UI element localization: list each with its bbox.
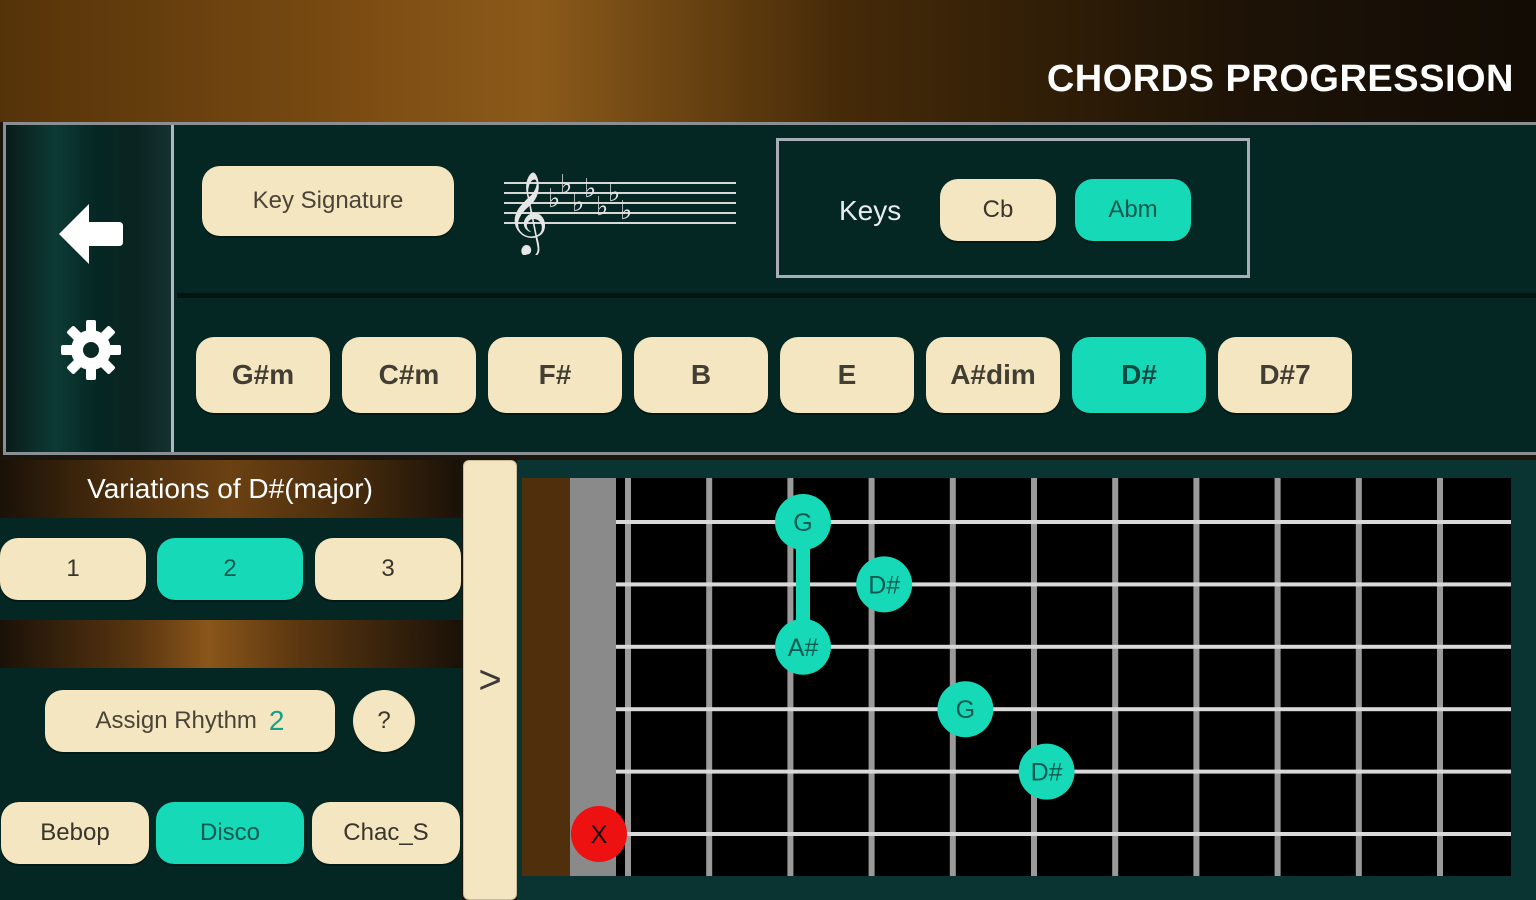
variation-button-selected[interactable]: 2 — [157, 538, 303, 600]
flat-symbol: ♭ — [608, 178, 620, 208]
panel-divider — [177, 293, 1536, 298]
variations-title: Variations of D#(major) — [0, 460, 460, 518]
chord-button[interactable]: G#m — [196, 337, 330, 413]
note-label: D# — [1031, 759, 1063, 787]
rhythm-style-button[interactable]: Chac_S — [312, 802, 460, 864]
chord-button-selected[interactable]: D# — [1072, 337, 1206, 413]
treble-clef-icon: 𝄞 — [506, 170, 549, 255]
fret-wire — [1031, 478, 1037, 876]
keys-group: Keys Cb Abm — [776, 138, 1250, 278]
fret-wire — [625, 478, 631, 876]
assign-rhythm-number: 2 — [268, 705, 285, 736]
variation-button[interactable]: 1 — [0, 538, 146, 600]
fret-wire — [1112, 478, 1119, 876]
fret-wire — [868, 478, 875, 876]
assign-rhythm-label: Assign Rhythm — [95, 707, 257, 734]
chord-button[interactable]: D#7 — [1218, 337, 1352, 413]
settings-button[interactable] — [56, 315, 126, 385]
side-nav — [6, 125, 174, 452]
fret-wire — [949, 478, 956, 876]
key-signature-staff: 𝄞 ♭ ♭♭ ♭♭ ♭♭ — [504, 170, 736, 255]
flat-symbol: ♭ — [620, 196, 632, 226]
flat-symbol: ♭ — [560, 170, 572, 200]
guitar-string — [616, 832, 1511, 836]
app-window: CHORDS PROGRESSION Key Signature 𝄞 ♭ ♭ ♭… — [0, 0, 1536, 900]
fretboard-board — [616, 478, 1511, 876]
flat-symbol: ♭ — [572, 188, 584, 218]
note-label: A# — [788, 634, 819, 662]
rhythm-style-button-selected[interactable]: Disco — [156, 802, 304, 864]
guitar-string — [616, 582, 1511, 587]
expand-toggle[interactable]: > — [463, 460, 517, 900]
assign-rhythm-button[interactable]: Assign Rhythm 2 — [45, 690, 335, 752]
fretboard: G D# A# G D# X — [517, 460, 1536, 900]
key-cb-button[interactable]: Cb — [940, 179, 1056, 241]
note-label: G — [956, 696, 975, 724]
guitar-string — [616, 520, 1511, 524]
chord-button[interactable]: B — [634, 337, 768, 413]
flat-symbol: ♭ — [596, 192, 608, 222]
headstock — [522, 478, 570, 876]
note-label: G — [793, 509, 812, 537]
flat-symbol: ♭ — [584, 174, 596, 204]
fretboard-diagram[interactable]: G D# A# G D# X — [517, 460, 1536, 900]
back-arrow-icon — [59, 204, 123, 264]
page-title: CHORDS PROGRESSION — [1046, 58, 1514, 100]
muted-label: X — [591, 821, 608, 849]
chord-button[interactable]: E — [780, 337, 914, 413]
fret-wire — [1193, 478, 1200, 876]
expand-label: > — [478, 657, 502, 702]
fret-wire — [1437, 478, 1443, 876]
note-label: D# — [868, 571, 900, 599]
chord-button[interactable]: C#m — [342, 337, 476, 413]
fret-wire — [1274, 478, 1281, 876]
guitar-string — [616, 707, 1511, 712]
chord-button[interactable]: F# — [488, 337, 622, 413]
variation-button[interactable]: 3 — [315, 538, 461, 600]
guitar-string — [616, 644, 1511, 649]
key-abm-button[interactable]: Abm — [1075, 179, 1191, 241]
gear-icon — [61, 320, 121, 380]
top-panel: Key Signature 𝄞 ♭ ♭ ♭ ♭ ♭ ♭ ♭ Keys Cb Abm G#m … — [3, 122, 1536, 455]
key-signature-button[interactable]: Key Signature — [202, 166, 454, 236]
flat-symbol: ♭ — [548, 184, 560, 214]
chord-button[interactable]: A#dim — [926, 337, 1060, 413]
help-button[interactable]: ? — [353, 690, 415, 752]
title-bar: CHORDS PROGRESSION — [0, 0, 1536, 122]
fret-wire — [1355, 478, 1362, 876]
section-divider — [0, 620, 462, 668]
rhythm-style-button[interactable]: Bebop — [1, 802, 149, 864]
back-button[interactable] — [56, 199, 126, 269]
keys-label: Keys — [839, 195, 902, 226]
fret-wire — [706, 478, 713, 876]
